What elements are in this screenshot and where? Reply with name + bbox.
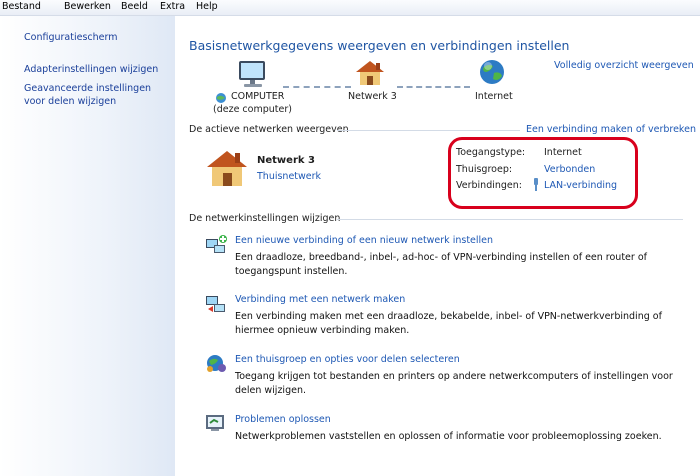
internet-label: Internet (475, 91, 513, 102)
connector-line-2 (397, 86, 470, 88)
network-type-link[interactable]: Thuisnetwerk (257, 171, 321, 182)
task-troubleshoot-link[interactable]: Problemen oplossen (235, 414, 331, 425)
sidebar-item-adapter-settings[interactable]: Adapterinstellingen wijzigen (24, 63, 158, 76)
active-networks-heading: De actieve netwerken weergeven (189, 124, 349, 135)
highlight-annotation (448, 137, 638, 209)
task-new-connection-desc: Een draadloze, breedband-, inbel-, ad-ho… (235, 252, 647, 277)
connector-line-1 (283, 86, 351, 88)
sidebar-item-advanced-sharing[interactable]: Geavanceerde instellingen voor delen wij… (24, 82, 169, 108)
troubleshoot-icon (206, 415, 224, 431)
full-overview-link[interactable]: Volledig overzicht weergeven (554, 60, 694, 71)
new-connection-icon (206, 235, 227, 253)
menu-extra[interactable]: Extra (160, 1, 185, 12)
change-settings-heading: De netwerkinstellingen wijzigen (189, 213, 341, 224)
network-map-label: Netwerk 3 (348, 91, 397, 102)
sidebar: Configuratiescherm Adapterinstellingen w… (0, 16, 175, 476)
menu-beeld[interactable]: Beeld (121, 1, 148, 12)
home-network-large-icon (207, 151, 247, 186)
task-homegroup-link[interactable]: Een thuisgroep en opties voor delen sele… (235, 354, 460, 365)
task-connect-network-desc: Een verbinding maken met een draadloze, … (235, 311, 662, 336)
divider (337, 130, 520, 131)
task-connect-network-link[interactable]: Verbinding met een netwerk maken (235, 294, 405, 305)
divider (337, 219, 683, 220)
connect-disconnect-link[interactable]: Een verbinding maken of verbreken (526, 124, 696, 135)
homegroup-icon (207, 355, 226, 372)
network-globe-small-icon (216, 93, 226, 103)
internet-globe-icon[interactable] (478, 58, 506, 86)
menu-bar: Bestand Bewerken Beeld Extra Help (0, 0, 700, 16)
task-homegroup-desc: Toegang krijgen tot bestanden en printer… (235, 371, 673, 396)
connect-network-icon (206, 296, 225, 312)
menu-help[interactable]: Help (196, 1, 218, 12)
sidebar-item-control-panel[interactable]: Configuratiescherm (24, 31, 117, 44)
computer-label: COMPUTER (231, 91, 285, 102)
home-network-icon[interactable] (354, 58, 386, 88)
network-name: Netwerk 3 (257, 155, 315, 166)
menu-bewerken[interactable]: Bewerken (64, 1, 111, 12)
task-troubleshoot-desc: Netwerkproblemen vaststellen en oplossen… (235, 431, 662, 442)
computer-icon[interactable] (235, 59, 271, 91)
task-new-connection-link[interactable]: Een nieuwe verbinding of een nieuw netwe… (235, 235, 493, 246)
computer-sublabel: (deze computer) (213, 104, 292, 115)
main-panel: Basisnetwerkgegevens weergeven en verbin… (175, 16, 700, 476)
page-title: Basisnetwerkgegevens weergeven en verbin… (189, 38, 570, 53)
menu-bestand[interactable]: Bestand (2, 1, 41, 12)
